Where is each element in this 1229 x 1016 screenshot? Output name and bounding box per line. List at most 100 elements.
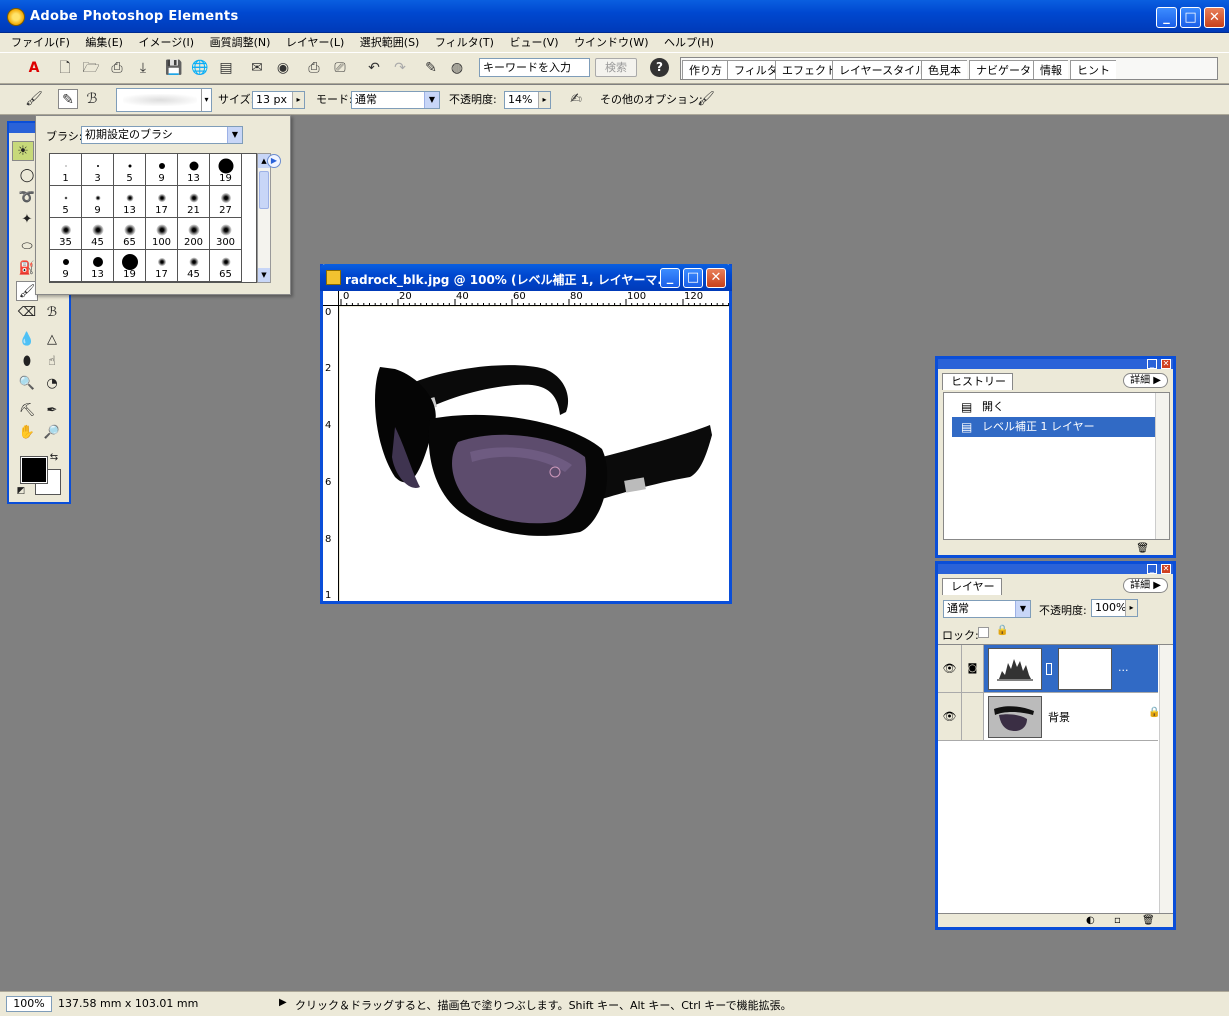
maximize-button[interactable]: □: [1180, 7, 1201, 28]
history-panel-title-bar[interactable]: [938, 359, 1173, 369]
eyedropper-tool-icon[interactable]: ✒: [41, 401, 63, 421]
brush-preset-cell[interactable]: 27: [210, 186, 242, 218]
layers-tab[interactable]: レイヤー: [942, 578, 1002, 595]
undo-icon[interactable]: ↶: [364, 58, 384, 78]
brush-preset-cell[interactable]: 65: [114, 218, 146, 250]
doc-close-button[interactable]: ✕: [706, 268, 726, 288]
palette-tab-layer-styles[interactable]: レイヤースタイル: [832, 60, 933, 79]
layer-link-cell[interactable]: [962, 693, 984, 740]
app-title-bar[interactable]: Adobe Photoshop Elements _ □ ✕: [0, 0, 1229, 33]
brush-preset-cell[interactable]: 19: [114, 250, 146, 282]
menu-edit[interactable]: 編集(E): [79, 33, 129, 52]
layer-mask-link-icon[interactable]: ◙: [962, 645, 984, 692]
brush-preset-cell[interactable]: 5: [114, 154, 146, 186]
brush-preset-cell[interactable]: 13: [82, 250, 114, 282]
status-menu-arrow-icon[interactable]: ▶: [279, 997, 287, 1008]
brush-preset-cell[interactable]: 35: [50, 218, 82, 250]
menu-window[interactable]: ウインドウ(W): [568, 33, 654, 52]
visibility-eye-icon[interactable]: 👁: [938, 645, 962, 692]
brush-preset-cell[interactable]: 9: [82, 186, 114, 218]
image-canvas[interactable]: [340, 307, 729, 601]
browse-icon[interactable]: ⎙: [107, 58, 127, 78]
menu-help[interactable]: ヘルプ(H): [658, 33, 720, 52]
palette-tab-info[interactable]: 情報: [1033, 60, 1068, 79]
sponge-tool-icon[interactable]: ⬮: [16, 352, 38, 372]
brush-tool-preset-icon[interactable]: 🖌: [24, 89, 44, 109]
history-tab[interactable]: ヒストリー: [942, 373, 1013, 390]
print-preview-icon[interactable]: ⎚: [330, 58, 350, 78]
brush-preset-cell[interactable]: 13: [178, 154, 210, 186]
email-icon[interactable]: ✉: [247, 58, 267, 78]
more-options-brush-icon[interactable]: 🖌: [696, 89, 716, 109]
menu-layer[interactable]: レイヤー(L): [280, 33, 350, 52]
blur-tool-icon[interactable]: 💧: [16, 330, 38, 350]
brush-preset-cell[interactable]: 3: [82, 154, 114, 186]
layers-more-button[interactable]: 詳細 ▶: [1123, 578, 1168, 593]
size-field[interactable]: 13 px ▸: [252, 91, 305, 109]
default-colors-icon[interactable]: ◩: [15, 485, 27, 497]
burn-tool-icon[interactable]: ◔: [41, 374, 63, 394]
impressionist-brush-icon[interactable]: ℬ: [82, 89, 102, 109]
palette-tab-navigator[interactable]: ナビゲータ: [969, 60, 1037, 79]
close-button[interactable]: ✕: [1204, 7, 1225, 28]
pdf-icon[interactable]: ▤: [216, 58, 236, 78]
menu-enhance[interactable]: 画質調整(N): [204, 33, 277, 52]
mode-select[interactable]: 通常 ▼: [351, 91, 440, 109]
menu-file[interactable]: ファイル(F): [5, 33, 76, 52]
help-icon[interactable]: ?: [650, 58, 669, 77]
foreground-color-swatch[interactable]: [20, 456, 48, 484]
brush-preset-cell[interactable]: 5: [50, 186, 82, 218]
menu-image[interactable]: イメージ(I): [132, 33, 200, 52]
brush-mode-icon[interactable]: ✎: [58, 89, 78, 109]
brush-preset-cell[interactable]: 65: [210, 250, 242, 282]
palette-tab-swatches[interactable]: 色見本: [921, 60, 967, 79]
layers-scrollbar[interactable]: [1159, 645, 1173, 913]
layer-row-levels[interactable]: 👁 ◙ ...: [938, 645, 1158, 693]
lock-all-icon[interactable]: 🔒: [996, 625, 1008, 636]
pencil-tool-icon[interactable]: ℬ: [41, 303, 63, 323]
opacity-slider-arrow-icon[interactable]: ▸: [1125, 600, 1137, 616]
palette-tab-howto[interactable]: 作り方: [682, 60, 728, 79]
layer-row-background[interactable]: 👁 背景 🔒: [938, 693, 1160, 741]
search-input[interactable]: キーワードを入力: [479, 58, 590, 77]
brush-picker-arrow-icon[interactable]: ▾: [201, 89, 211, 111]
lock-transparency-checkbox[interactable]: [978, 627, 989, 638]
online-services-icon[interactable]: ◉: [273, 58, 293, 78]
history-item-open[interactable]: ▤ 開く: [952, 397, 1162, 417]
brush-grid-scrollbar[interactable]: ▲ ▼: [257, 153, 271, 283]
smudge-tool-icon[interactable]: ☝: [41, 352, 63, 372]
blend-mode-select[interactable]: 通常 ▼: [943, 600, 1031, 618]
brush-preset-cell[interactable]: 45: [82, 218, 114, 250]
doc-minimize-button[interactable]: _: [660, 268, 680, 288]
opacity-slider-arrow-icon[interactable]: ▸: [538, 92, 550, 108]
panel-minimize-icon[interactable]: _: [1147, 564, 1157, 574]
ruler-corner[interactable]: [323, 291, 339, 306]
scroll-down-icon[interactable]: ▼: [258, 268, 270, 282]
color-variations-icon[interactable]: ◍: [447, 58, 467, 78]
menu-filter[interactable]: フィルタ(T): [429, 33, 500, 52]
trash-icon[interactable]: 🗑: [1136, 543, 1149, 554]
menu-view[interactable]: ビュー(V): [503, 33, 564, 52]
import-icon[interactable]: ⤓: [133, 58, 153, 78]
brush-preset-cell[interactable]: 300: [210, 218, 242, 250]
search-button[interactable]: 検索: [595, 58, 637, 77]
new-file-icon[interactable]: 🗋: [55, 58, 75, 78]
zoom-field[interactable]: 100%: [6, 996, 52, 1012]
quick-fix-icon[interactable]: ✎: [421, 58, 441, 78]
brush-set-select[interactable]: 初期設定のブラシ ▼: [81, 126, 243, 144]
zoom-tool-icon[interactable]: 🔎: [41, 423, 63, 443]
swap-colors-icon[interactable]: ⇆: [47, 451, 61, 465]
history-item-levels[interactable]: ▤ レベル補正 1 レイヤー: [952, 417, 1162, 437]
panel-close-icon[interactable]: ✕: [1161, 359, 1171, 369]
dodge-tool-icon[interactable]: 🔍: [16, 374, 38, 394]
document-title-bar[interactable]: radrock_blk.jpg @ 100% (レベル補正 1, レイヤーマ..…: [320, 264, 732, 291]
new-adjustment-layer-icon[interactable]: ◐: [1086, 915, 1095, 926]
sharpen-tool-icon[interactable]: △: [41, 330, 63, 350]
new-layer-icon[interactable]: ▫: [1114, 915, 1121, 926]
history-scrollbar[interactable]: [1155, 393, 1169, 539]
brush-preset-cell[interactable]: 1: [50, 154, 82, 186]
panel-minimize-icon[interactable]: _: [1147, 359, 1157, 369]
doc-maximize-button[interactable]: □: [683, 268, 703, 288]
delete-layer-icon[interactable]: 🗑: [1142, 915, 1155, 926]
save-icon[interactable]: 💾: [164, 58, 184, 78]
